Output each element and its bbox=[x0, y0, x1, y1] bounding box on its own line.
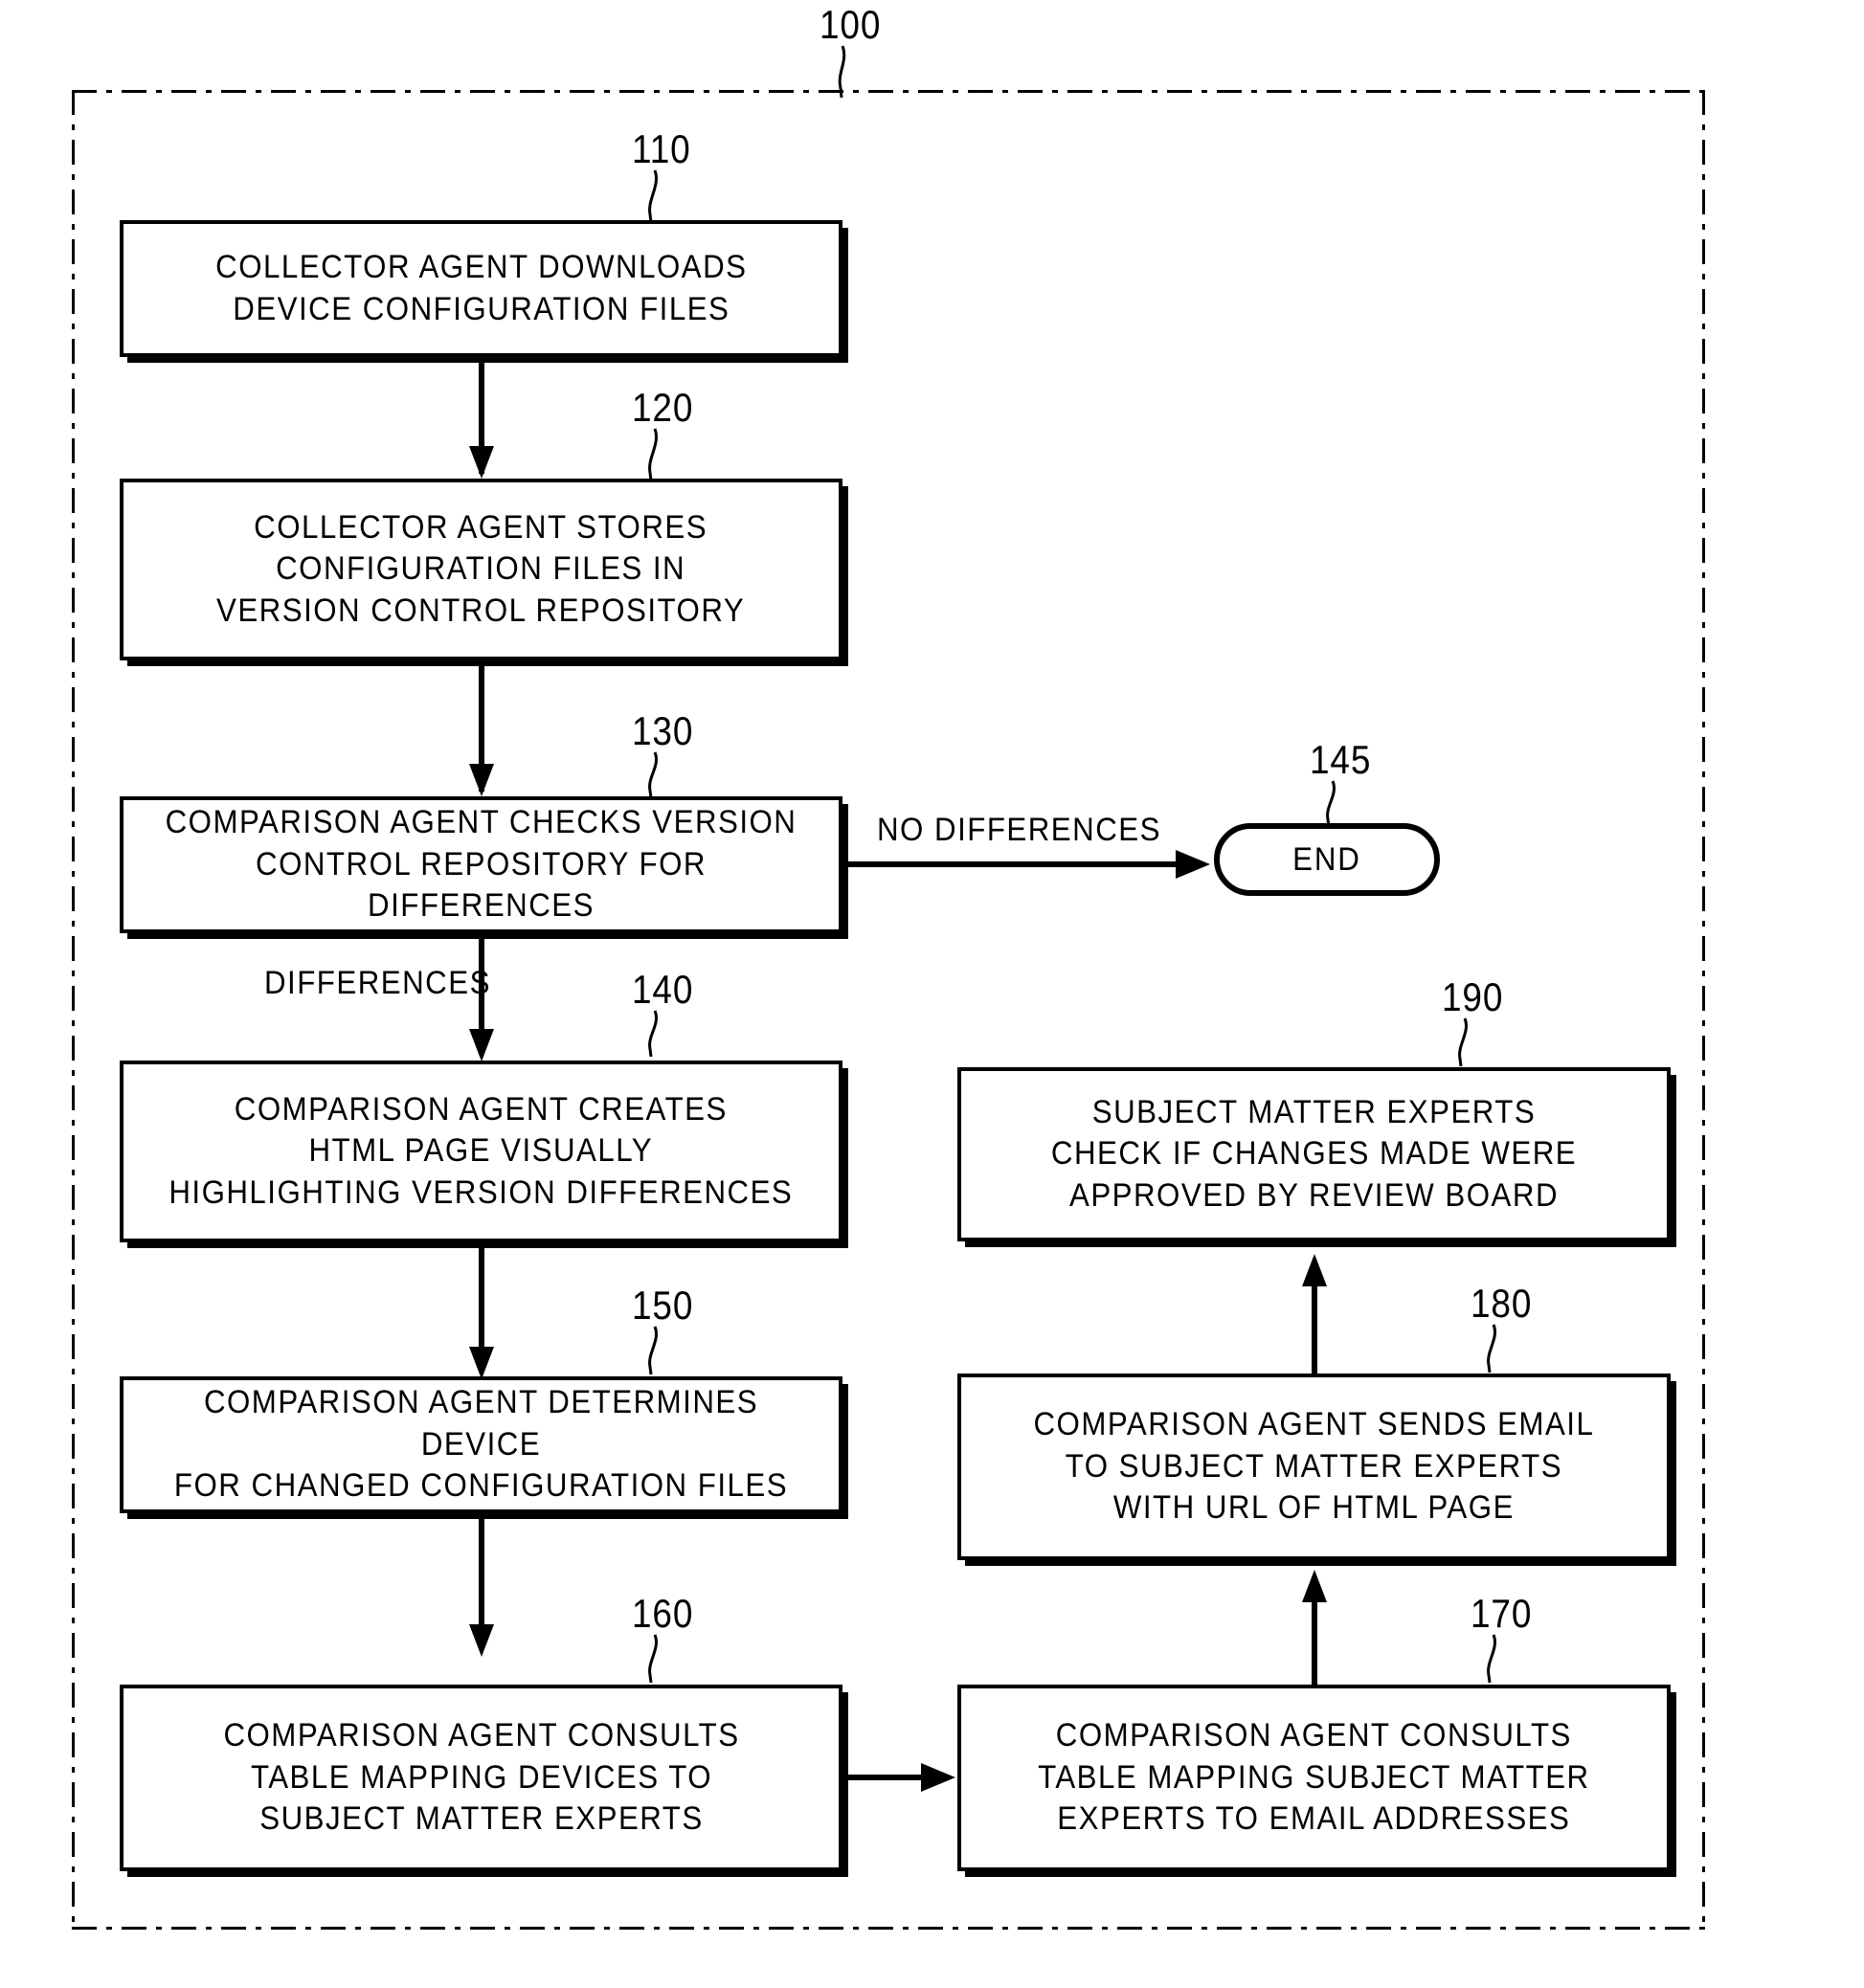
process-box-140-text: COMPARISON AGENT CREATES HTML PAGE VISUA… bbox=[168, 1090, 794, 1211]
connector-160-to-170 bbox=[842, 1775, 923, 1780]
leader-line-160 bbox=[634, 1634, 691, 1685]
leader-line-110 bbox=[634, 169, 691, 224]
ref-numeral-150: 150 bbox=[632, 1283, 694, 1328]
leader-line-130 bbox=[634, 751, 691, 800]
arrowhead-110-to-120 bbox=[469, 446, 494, 479]
process-box-130[interactable]: COMPARISON AGENT CHECKS VERSION CONTROL … bbox=[120, 796, 842, 933]
arrowhead-170-to-180 bbox=[1302, 1570, 1327, 1602]
arrowhead-140-to-150 bbox=[469, 1347, 494, 1379]
edge-label-differences: DIFFERENCES bbox=[264, 965, 491, 1001]
connector-130-to-end bbox=[842, 861, 1187, 867]
process-box-180-text: COMPARISON AGENT SENDS EMAIL TO SUBJECT … bbox=[1033, 1406, 1595, 1527]
leader-line-140 bbox=[634, 1010, 691, 1059]
process-box-110[interactable]: COLLECTOR AGENT DOWNLOADS DEVICE CONFIGU… bbox=[120, 220, 842, 357]
boundary-edge-left bbox=[72, 90, 75, 1930]
arrowhead-150-to-160 bbox=[469, 1624, 494, 1657]
leader-line-150 bbox=[634, 1326, 691, 1376]
terminator-box-145[interactable]: END bbox=[1214, 823, 1440, 896]
ref-numeral-120: 120 bbox=[632, 385, 694, 430]
terminator-box-145-text: END bbox=[1292, 840, 1361, 878]
leader-line-120 bbox=[634, 428, 691, 482]
process-box-190-text: SUBJECT MATTER EXPERTS CHECK IF CHANGES … bbox=[1050, 1093, 1578, 1214]
leader-line-145 bbox=[1312, 780, 1369, 829]
process-box-160[interactable]: COMPARISON AGENT CONSULTS TABLE MAPPING … bbox=[120, 1685, 842, 1871]
process-box-150-text: COMPARISON AGENT DETERMINES DEVICE FOR C… bbox=[173, 1384, 789, 1505]
patent-figure-sheet: 100 110 COLLECTOR AGENT DOWNLOADS DEVICE… bbox=[0, 0, 1864, 1988]
process-box-160-text: COMPARISON AGENT CONSULTS TABLE MAPPING … bbox=[222, 1717, 740, 1838]
ref-numeral-130: 130 bbox=[632, 708, 694, 753]
process-box-120-text: COLLECTOR AGENT STORES CONFIGURATION FIL… bbox=[216, 508, 746, 629]
ref-numeral-100: 100 bbox=[820, 2, 882, 47]
boundary-edge-bottom bbox=[72, 1927, 1705, 1930]
leader-line-180 bbox=[1472, 1324, 1530, 1374]
leader-line-170 bbox=[1472, 1634, 1530, 1685]
ref-numeral-145: 145 bbox=[1310, 737, 1372, 782]
process-box-120[interactable]: COLLECTOR AGENT STORES CONFIGURATION FIL… bbox=[120, 479, 842, 660]
arrowhead-180-to-190 bbox=[1302, 1254, 1327, 1286]
process-box-170[interactable]: COMPARISON AGENT CONSULTS TABLE MAPPING … bbox=[957, 1685, 1671, 1871]
process-box-180[interactable]: COMPARISON AGENT SENDS EMAIL TO SUBJECT … bbox=[957, 1374, 1671, 1560]
leader-line-190 bbox=[1444, 1017, 1501, 1068]
process-box-150[interactable]: COMPARISON AGENT DETERMINES DEVICE FOR C… bbox=[120, 1376, 842, 1513]
arrowhead-130-to-end bbox=[1176, 850, 1210, 879]
arrowhead-120-to-130 bbox=[469, 764, 494, 796]
process-box-190[interactable]: SUBJECT MATTER EXPERTS CHECK IF CHANGES … bbox=[957, 1067, 1671, 1241]
process-box-170-text: COMPARISON AGENT CONSULTS TABLE MAPPING … bbox=[1038, 1717, 1590, 1838]
ref-numeral-110: 110 bbox=[632, 126, 691, 171]
edge-label-no-differences: NO DIFFERENCES bbox=[877, 812, 1161, 848]
leader-line-100 bbox=[823, 45, 881, 100]
process-box-110-text: COLLECTOR AGENT DOWNLOADS DEVICE CONFIGU… bbox=[214, 248, 748, 327]
arrowhead-130-to-140 bbox=[469, 1029, 494, 1061]
boundary-edge-top bbox=[72, 90, 1705, 93]
ref-numeral-160: 160 bbox=[632, 1591, 694, 1636]
boundary-edge-right bbox=[1702, 90, 1705, 1930]
ref-numeral-190: 190 bbox=[1442, 974, 1504, 1019]
ref-numeral-140: 140 bbox=[632, 967, 694, 1012]
arrowhead-160-to-170 bbox=[921, 1763, 955, 1792]
ref-numeral-180: 180 bbox=[1471, 1281, 1533, 1326]
process-box-140[interactable]: COMPARISON AGENT CREATES HTML PAGE VISUA… bbox=[120, 1061, 842, 1242]
ref-numeral-170: 170 bbox=[1471, 1591, 1533, 1636]
process-box-130-text: COMPARISON AGENT CHECKS VERSION CONTROL … bbox=[165, 804, 797, 925]
